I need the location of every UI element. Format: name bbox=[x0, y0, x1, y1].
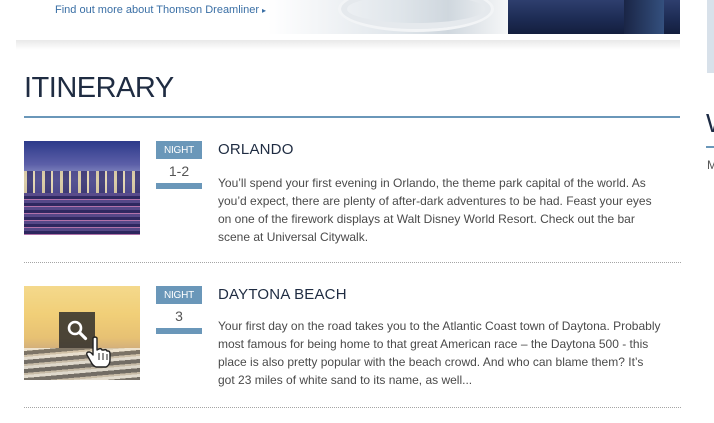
night-number: 1-2 bbox=[156, 159, 202, 183]
night-badge: NIGHT 3 bbox=[156, 286, 202, 336]
chevron-right-icon: ▸ bbox=[262, 6, 267, 15]
dreamliner-link-label: Find out more about Thomson Dreamliner bbox=[55, 4, 260, 16]
dreamliner-link[interactable]: Find out more about Thomson Dreamliner ▸ bbox=[55, 4, 266, 16]
hand-cursor-icon bbox=[86, 336, 111, 368]
stop-thumbnail-daytona[interactable] bbox=[24, 286, 140, 380]
itinerary-title-rule bbox=[24, 116, 680, 118]
sidebar-heading: W bbox=[706, 108, 714, 139]
night-badge: NIGHT 1-2 bbox=[156, 141, 202, 191]
banner-photo[interactable] bbox=[508, 0, 680, 34]
stop-divider bbox=[24, 262, 681, 263]
stop-title: ORLANDO bbox=[218, 141, 294, 158]
itinerary-title: ITINERARY bbox=[24, 72, 174, 104]
night-label: NIGHT bbox=[156, 286, 202, 304]
surf-waves bbox=[24, 348, 140, 380]
water-reflection bbox=[24, 193, 140, 235]
night-badge-base bbox=[156, 328, 202, 334]
dreamliner-banner: Find out more about Thomson Dreamliner ▸ bbox=[16, 0, 680, 34]
stop-description: Your first day on the road takes you to … bbox=[218, 319, 661, 387]
stop-description: You’ll spend your first evening in Orlan… bbox=[218, 176, 652, 244]
sidebar-panel-edge bbox=[707, 0, 714, 73]
stop-title: DAYTONA BEACH bbox=[218, 286, 347, 303]
night-label: NIGHT bbox=[156, 141, 202, 159]
sidebar-rule bbox=[706, 146, 714, 148]
sidebar-text: M bbox=[707, 158, 714, 172]
night-badge-base bbox=[156, 183, 202, 189]
city-skyline bbox=[24, 171, 140, 193]
stop-divider bbox=[24, 407, 681, 408]
night-number: 3 bbox=[156, 304, 202, 328]
stop-thumbnail-orlando[interactable] bbox=[24, 141, 140, 235]
banner-artwork bbox=[268, 0, 508, 34]
banner-shadow bbox=[16, 40, 680, 50]
